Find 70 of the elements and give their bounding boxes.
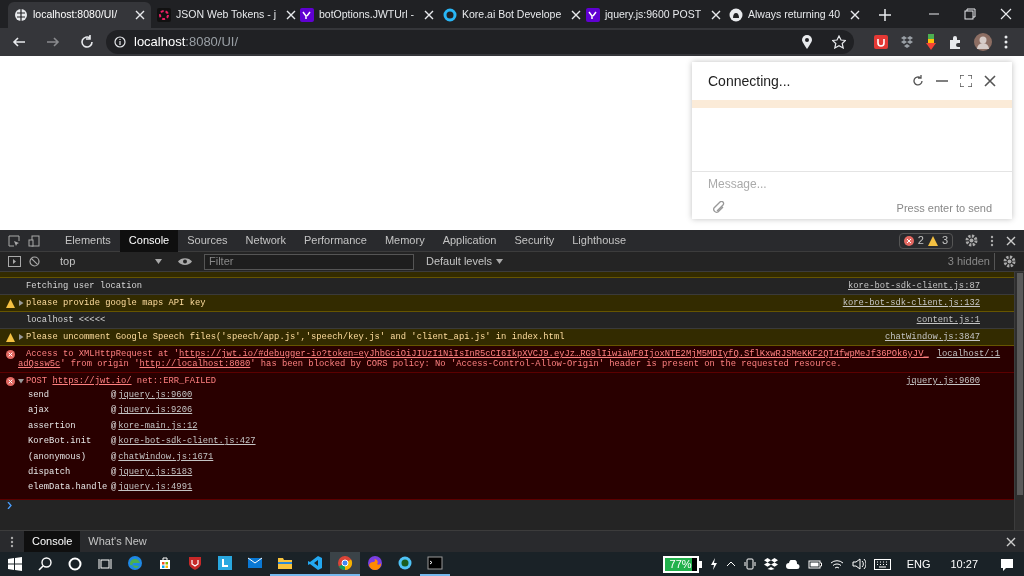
drawer-tab[interactable]: Console <box>24 531 81 552</box>
message-input[interactable]: Message... <box>692 172 1012 196</box>
message-link[interactable]: http://localhost:8080 <box>139 359 251 369</box>
hidden-count: 3 hidden <box>947 253 995 270</box>
language-indicator[interactable]: ENG <box>906 555 931 573</box>
stack-function: dispatch <box>28 466 72 480</box>
stack-function: KoreBot.init <box>28 435 93 449</box>
at-sign: @ <box>111 435 117 449</box>
source-link[interactable]: content.js:1 <box>916 315 980 325</box>
browser-tab[interactable]: jquery.js:9600 POST <box>580 2 723 28</box>
browser-tab[interactable]: Kore.ai Bot Develope <box>437 2 580 28</box>
stack-link[interactable]: jquery.js:9206 <box>118 404 193 418</box>
panel-tab[interactable]: Elements <box>56 229 120 252</box>
message-text: Access to XMLHttpRequest at 'https://jwt.io/#debugger-io?token=eyJhbGciOiJIUzI1NiIsInR5cCI6IkpXVCJ9.eyJz…RG9lIiwiaWF0IjoxNTE2MjM5MDIyfQ.SflKxwRJSMeKKF2QT4fwpMeJf36POk6yJV_ <box>26 349 929 359</box>
at-sign: @ <box>111 450 117 464</box>
stack-link[interactable]: jquery.js:9600 <box>118 389 193 403</box>
panel-tab[interactable]: Memory <box>375 229 434 252</box>
context-dropdown[interactable]: top <box>56 253 166 270</box>
panel-tab[interactable]: Security <box>505 229 564 252</box>
message-text: adQssw5c' from origin 'http://localhost:8080' has been blocked by CORS policy: No 'Access-Control-Allow-Origin' header is present on the requested resource. <box>18 359 842 369</box>
stack-function: assertion <box>28 419 77 433</box>
message-link[interactable]: adQssw5c <box>18 359 61 369</box>
stack-link[interactable]: jquery.js:4991 <box>118 481 193 495</box>
address-text: localhost:8080/UI/ <box>134 33 239 52</box>
message-text: POST https://jwt.io/ net::ERR_FAILED <box>26 376 217 386</box>
at-sign: @ <box>111 466 117 480</box>
at-sign: @ <box>111 419 117 433</box>
panel-tab[interactable]: Console <box>119 229 179 252</box>
stack-function: send <box>28 389 51 403</box>
stack-link[interactable]: kore-main.js:12 <box>118 419 198 434</box>
address-bar[interactable]: localhost:8080/UI/ <box>106 30 854 54</box>
panel-tab[interactable]: Lighthouse <box>563 229 636 252</box>
browser-tab[interactable]: Always returning 40 <box>723 2 866 28</box>
stack-function: elemData.handle <box>28 481 109 495</box>
clock[interactable]: 10:27 <box>950 555 978 573</box>
browser-tab[interactable]: localhost:8080/UI/ <box>8 2 151 28</box>
panel-tab[interactable]: Network <box>236 229 295 252</box>
panel-tab[interactable]: Sources <box>178 229 237 252</box>
browser-tab[interactable]: JSON Web Tokens - j <box>151 2 294 28</box>
levels-dropdown[interactable]: Default levels <box>422 253 508 270</box>
source-link[interactable]: chatWindow.js:3847 <box>884 332 980 342</box>
source-link[interactable]: kore-bot-sdk-client.js:87 <box>848 281 980 291</box>
send-hint: Press enter to send <box>896 201 992 216</box>
message-link[interactable]: https://jwt.io/ <box>52 376 132 386</box>
browser-tab[interactable]: botOptions.JWTUrl - <box>294 2 437 28</box>
stack-link[interactable]: jquery.js:5183 <box>118 466 193 480</box>
chat-title: Connecting... <box>708 71 791 91</box>
source-link[interactable]: localhost/:1 <box>936 349 1001 359</box>
message-text: Please uncomment Google Speech files('speech/app.js','speech/key.js' and 'client_api.js' in index.html <box>26 332 565 342</box>
warning-count: 3 <box>941 233 948 249</box>
at-sign: @ <box>111 389 117 403</box>
panel-tab[interactable]: Performance <box>294 229 376 252</box>
at-sign: @ <box>111 481 117 495</box>
error-count: 2 <box>917 233 924 249</box>
stack-function: ajax <box>28 404 51 418</box>
stack-function: (anonymous) <box>28 450 88 464</box>
filter-field[interactable]: Filter <box>204 253 414 270</box>
message-text: localhost <<<<< <box>26 315 106 325</box>
issue-counter[interactable]: 2 3 <box>898 232 953 249</box>
at-sign: @ <box>111 404 117 418</box>
panel-tab[interactable]: Application <box>433 229 506 252</box>
battery-meter: 77% <box>662 555 699 573</box>
message-text: Fetching user location <box>26 281 143 291</box>
source-link[interactable]: jquery.js:9600 <box>906 376 980 386</box>
stack-link[interactable]: kore-bot-sdk-client.js:427 <box>118 435 256 449</box>
message-link[interactable]: https://jwt.io/#debugger-io?token=eyJhbGciOiJIUzI1NiIsInR5cCI6IkpXVCJ9.eyJz…RG9lIiwiaWF0IjoxNTE2MjM5MDIyfQ.SflKxwRJSMeKKF2QT4fwpMeJf36POk6yJV_ <box>179 349 929 359</box>
message-text: please provide google maps API key <box>26 298 206 308</box>
stack-link[interactable]: chatWindow.js:1671 <box>118 450 214 464</box>
drawer-tab[interactable]: What's New <box>80 531 155 552</box>
source-link[interactable]: kore-bot-sdk-client.js:132 <box>842 298 980 308</box>
